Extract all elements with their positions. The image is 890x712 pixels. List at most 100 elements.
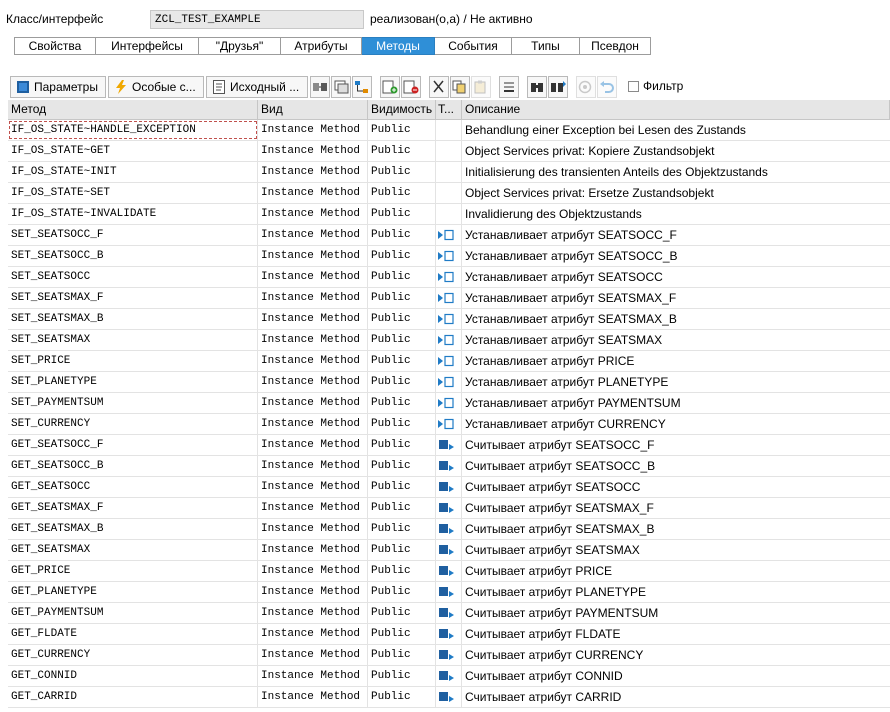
method-type-cell[interactable] xyxy=(436,519,462,539)
method-type-cell[interactable] xyxy=(436,393,462,413)
method-kind-cell[interactable]: Instance Method xyxy=(258,519,368,539)
method-kind-cell[interactable]: Instance Method xyxy=(258,225,368,245)
method-description-cell[interactable]: Invalidierung des Objektzustands xyxy=(462,204,890,224)
method-name-cell[interactable]: SET_SEATSOCC_B xyxy=(8,246,258,266)
method-kind-cell[interactable]: Instance Method xyxy=(258,204,368,224)
method-name-cell[interactable]: GET_SEATSOCC xyxy=(8,477,258,497)
method-description-cell[interactable]: Считывает атрибут PAYMENTSUM xyxy=(462,603,890,623)
method-description-cell[interactable]: Устанавливает атрибут PLANETYPE xyxy=(462,372,890,392)
table-row[interactable]: GET_CONNID Instance Method Public Считывает… xyxy=(8,666,890,687)
method-name-cell[interactable]: GET_CARRID xyxy=(8,687,258,707)
cut-icon[interactable] xyxy=(429,76,449,98)
table-row[interactable]: GET_SEATSOCC_F Instance Method Public Считы… xyxy=(8,435,890,456)
method-visibility-cell[interactable]: Public xyxy=(368,246,436,266)
method-name-cell[interactable]: IF_OS_STATE~INVALIDATE xyxy=(8,204,258,224)
method-kind-cell[interactable]: Instance Method xyxy=(258,435,368,455)
method-visibility-cell[interactable]: Public xyxy=(368,309,436,329)
paste-icon[interactable] xyxy=(471,76,491,98)
table-row[interactable]: IF_OS_STATE~INVALIDATE Instance Method Pub… xyxy=(8,204,890,225)
find-icon[interactable] xyxy=(527,76,547,98)
tab-types[interactable]: Типы xyxy=(512,37,580,55)
method-name-cell[interactable]: GET_CURRENCY xyxy=(8,645,258,665)
method-name-cell[interactable]: GET_SEATSMAX_B xyxy=(8,519,258,539)
method-name-cell[interactable]: IF_OS_STATE~INIT xyxy=(8,162,258,182)
method-type-cell[interactable] xyxy=(436,372,462,392)
method-type-cell[interactable] xyxy=(436,498,462,518)
table-row[interactable]: IF_OS_STATE~HANDLE_EXCEPTION Instance Met… xyxy=(8,120,890,141)
table-row[interactable]: IF_OS_STATE~GET Instance Method Public Obje… xyxy=(8,141,890,162)
method-name-cell[interactable]: IF_OS_STATE~GET xyxy=(8,141,258,161)
method-kind-cell[interactable]: Instance Method xyxy=(258,120,368,140)
method-kind-cell[interactable]: Instance Method xyxy=(258,267,368,287)
method-name-cell[interactable]: SET_SEATSOCC_F xyxy=(8,225,258,245)
method-visibility-cell[interactable]: Public xyxy=(368,582,436,602)
method-name-cell[interactable]: IF_OS_STATE~SET xyxy=(8,183,258,203)
method-description-cell[interactable]: Устанавливает атрибут CURRENCY xyxy=(462,414,890,434)
column-header-visibility[interactable]: Видимость xyxy=(368,100,436,119)
method-type-cell[interactable] xyxy=(436,225,462,245)
method-kind-cell[interactable]: Instance Method xyxy=(258,540,368,560)
method-kind-cell[interactable]: Instance Method xyxy=(258,477,368,497)
method-type-cell[interactable] xyxy=(436,645,462,665)
method-description-cell[interactable]: Устанавливает атрибут SEATSOCC_B xyxy=(462,246,890,266)
method-type-cell[interactable] xyxy=(436,414,462,434)
column-header-type[interactable]: Т... xyxy=(436,100,462,119)
list-icon[interactable] xyxy=(331,76,351,98)
tab-interfaces[interactable]: Интерфейсы xyxy=(96,37,199,55)
method-description-cell[interactable]: Behandlung einer Exception bei Lesen des… xyxy=(462,120,890,140)
method-kind-cell[interactable]: Instance Method xyxy=(258,393,368,413)
table-row[interactable]: SET_SEATSOCC Instance Method Public Устанав… xyxy=(8,267,890,288)
method-visibility-cell[interactable]: Public xyxy=(368,330,436,350)
method-kind-cell[interactable]: Instance Method xyxy=(258,561,368,581)
method-visibility-cell[interactable]: Public xyxy=(368,204,436,224)
method-visibility-cell[interactable]: Public xyxy=(368,141,436,161)
method-kind-cell[interactable]: Instance Method xyxy=(258,498,368,518)
method-kind-cell[interactable]: Instance Method xyxy=(258,183,368,203)
method-kind-cell[interactable]: Instance Method xyxy=(258,666,368,686)
method-kind-cell[interactable]: Instance Method xyxy=(258,456,368,476)
table-row[interactable]: GET_FLDATE Instance Method Public Считывает… xyxy=(8,624,890,645)
table-row[interactable]: GET_CURRENCY Instance Method Public Считыва… xyxy=(8,645,890,666)
method-description-cell[interactable]: Считывает атрибут SEATSOCC xyxy=(462,477,890,497)
method-name-cell[interactable]: SET_CURRENCY xyxy=(8,414,258,434)
method-type-cell[interactable] xyxy=(436,204,462,224)
method-visibility-cell[interactable]: Public xyxy=(368,435,436,455)
insert-row-icon[interactable] xyxy=(380,76,400,98)
tab-properties[interactable]: Свойства xyxy=(14,37,96,55)
table-row[interactable]: SET_SEATSMAX_B Instance Method Public Устан… xyxy=(8,309,890,330)
copy-icon[interactable] xyxy=(450,76,470,98)
method-visibility-cell[interactable]: Public xyxy=(368,183,436,203)
method-type-cell[interactable] xyxy=(436,435,462,455)
method-type-cell[interactable] xyxy=(436,246,462,266)
method-visibility-cell[interactable]: Public xyxy=(368,225,436,245)
table-row[interactable]: SET_SEATSMAX Instance Method Public Устанав… xyxy=(8,330,890,351)
method-type-cell[interactable] xyxy=(436,603,462,623)
method-visibility-cell[interactable]: Public xyxy=(368,120,436,140)
method-name-cell[interactable]: GET_PAYMENTSUM xyxy=(8,603,258,623)
table-row[interactable]: GET_SEATSMAX_F Instance Method Public Считы… xyxy=(8,498,890,519)
method-visibility-cell[interactable]: Public xyxy=(368,687,436,707)
tab-friends[interactable]: "Друзья" xyxy=(199,37,281,55)
hierarchy-icon[interactable] xyxy=(352,76,372,98)
method-visibility-cell[interactable]: Public xyxy=(368,267,436,287)
switch-view-icon[interactable] xyxy=(310,76,330,98)
class-name-field[interactable]: ZCL_TEST_EXAMPLE xyxy=(150,10,364,29)
method-description-cell[interactable]: Устанавливает атрибут PAYMENTSUM xyxy=(462,393,890,413)
table-row[interactable]: GET_SEATSMAX_B Instance Method Public Считы… xyxy=(8,519,890,540)
tab-methods[interactable]: Методы xyxy=(362,37,435,55)
method-description-cell[interactable]: Устанавливает атрибут PRICE xyxy=(462,351,890,371)
table-row[interactable]: SET_PAYMENTSUM Instance Method Public Устан… xyxy=(8,393,890,414)
filter-toggle[interactable]: Фильтр xyxy=(628,79,683,93)
table-row[interactable]: IF_OS_STATE~SET Instance Method Public Obje… xyxy=(8,183,890,204)
method-visibility-cell[interactable]: Public xyxy=(368,477,436,497)
method-name-cell[interactable]: SET_SEATSMAX_F xyxy=(8,288,258,308)
method-description-cell[interactable]: Считывает атрибут CARRID xyxy=(462,687,890,707)
sort-icon[interactable] xyxy=(499,76,519,98)
method-name-cell[interactable]: GET_SEATSMAX xyxy=(8,540,258,560)
tab-attributes[interactable]: Атрибуты xyxy=(281,37,362,55)
method-kind-cell[interactable]: Instance Method xyxy=(258,603,368,623)
table-row[interactable]: SET_CURRENCY Instance Method Public Устанав… xyxy=(8,414,890,435)
method-type-cell[interactable] xyxy=(436,582,462,602)
method-name-cell[interactable]: SET_PLANETYPE xyxy=(8,372,258,392)
method-type-cell[interactable] xyxy=(436,183,462,203)
